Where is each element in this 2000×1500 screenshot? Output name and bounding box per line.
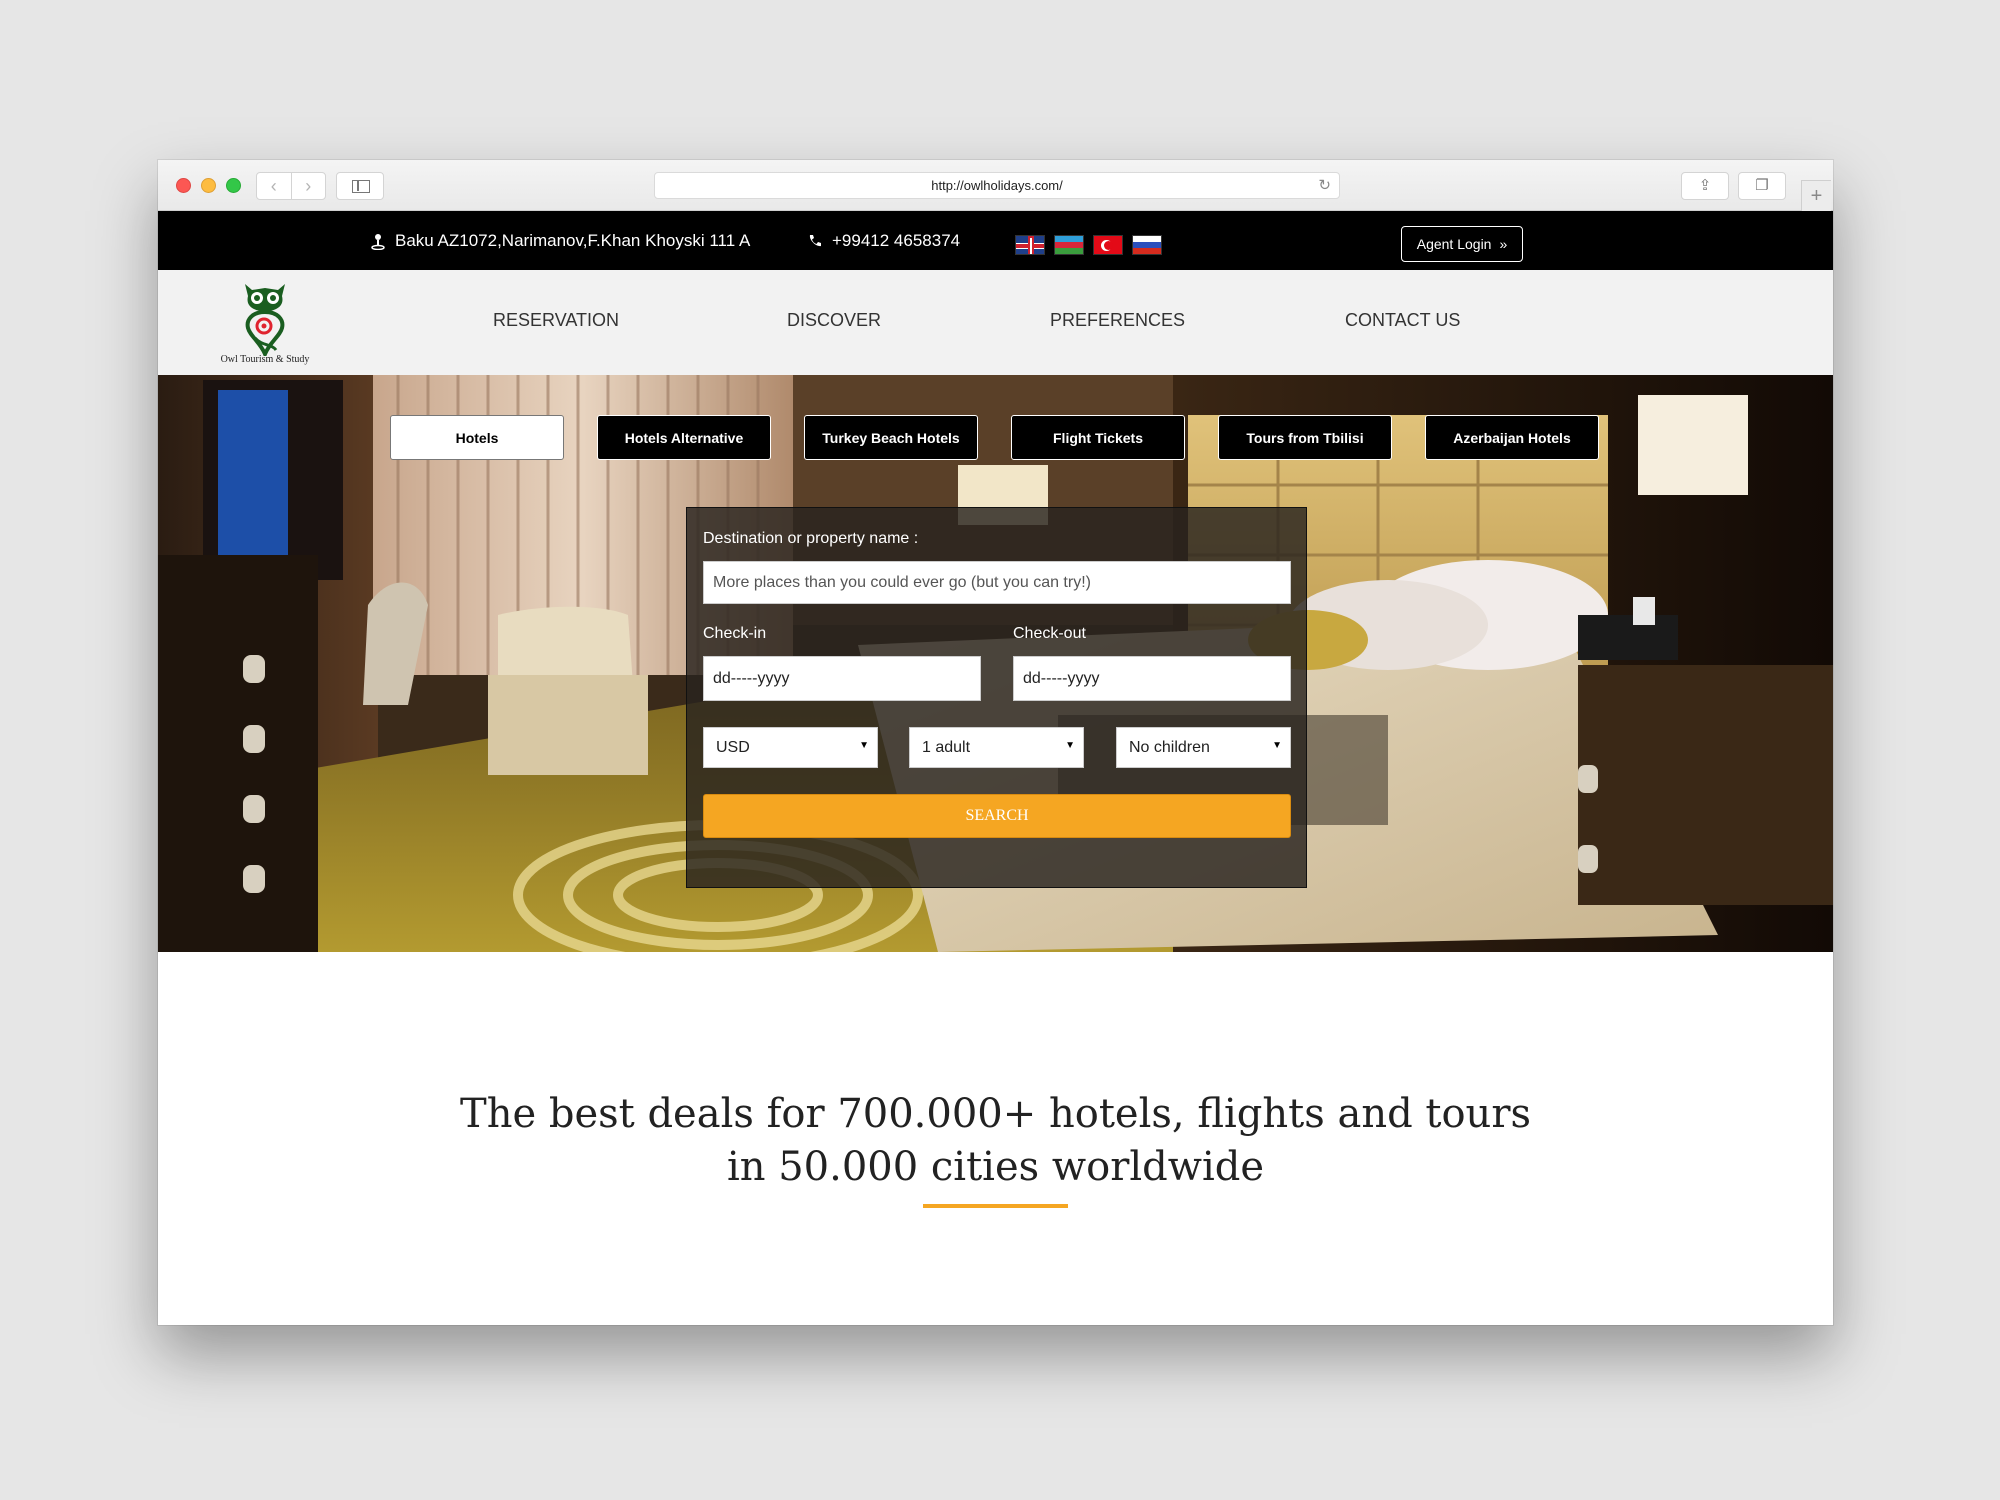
destination-input[interactable]: More places than you could ever go (but … [703,561,1291,604]
currency-value: USD [716,738,750,756]
tab-tours-from-tbilisi[interactable]: Tours from Tbilisi [1218,415,1392,460]
double-chevron-right-icon: » [1499,236,1508,252]
hero-banner: Hotels Hotels Alternative Turkey Beach H… [158,375,1833,952]
close-window-button[interactable] [176,178,191,193]
dropdown-arrow-icon: ▼ [859,740,869,751]
nav-preferences[interactable]: PREFERENCES [1050,310,1185,331]
agent-login-button[interactable]: Agent Login » [1401,226,1523,262]
show-tabs-button[interactable]: ❐ [1738,172,1786,200]
back-arrow-icon[interactable]: ‹ [257,173,292,199]
checkout-label: Check-out [1013,625,1086,642]
tab-flight-tickets[interactable]: Flight Tickets [1011,415,1185,460]
minimize-window-button[interactable] [201,178,216,193]
forward-arrow-icon[interactable]: › [292,173,326,199]
owl-logo-icon [245,284,285,360]
address-info: Baku AZ1072,Narimanov,F.Khan Khoyski 111… [371,231,750,251]
nav-contact-us[interactable]: CONTACT US [1345,310,1460,331]
browser-window: ‹ › http://owlholidays.com/ ↻ ⇪ ❐ + Baku… [158,160,1833,1325]
history-nav: ‹ › [256,172,326,200]
phone-icon [809,235,821,247]
hotel-search-form: Destination or property name : More plac… [686,507,1307,888]
checkout-date-input[interactable]: dd-----yyyy [1013,656,1291,701]
browser-toolbar: ‹ › http://owlholidays.com/ ↻ ⇪ ❐ + [158,160,1833,211]
language-selector [1015,235,1162,255]
destination-label: Destination or property name : [703,530,919,547]
phone-text[interactable]: +99412 4658374 [832,231,960,251]
site-logo[interactable]: Owl Tourism & Study [210,276,320,366]
checkout-value: dd-----yyyy [1023,669,1100,687]
azerbaijan-flag-icon[interactable] [1054,235,1084,255]
checkin-value: dd-----yyyy [713,669,790,687]
contact-bar: Baku AZ1072,Narimanov,F.Khan Khoyski 111… [158,211,1833,270]
tab-hotels[interactable]: Hotels [390,415,564,460]
uk-flag-icon[interactable] [1015,235,1045,255]
adults-value: 1 adult [922,738,971,756]
tab-turkey-beach-hotels[interactable]: Turkey Beach Hotels [804,415,978,460]
tagline-underline [923,1204,1068,1208]
adults-select[interactable]: 1 adult ▼ [909,727,1084,768]
main-navigation: Owl Tourism & Study RESERVATION DISCOVER… [158,270,1833,375]
new-tab-button[interactable]: + [1801,180,1831,211]
plus-icon: + [1810,185,1823,207]
reload-icon[interactable]: ↻ [1318,173,1331,198]
tagline-heading: The best deals for 700.000+ hotels, flig… [460,1091,1531,1190]
share-button[interactable]: ⇪ [1681,172,1729,200]
zoom-window-button[interactable] [226,178,241,193]
tab-azerbaijan-hotels[interactable]: Azerbaijan Hotels [1425,415,1599,460]
sidebar-toggle-button[interactable] [336,172,384,200]
sidebar-icon [352,180,370,193]
dropdown-arrow-icon: ▼ [1272,740,1282,751]
checkin-label: Check-in [703,625,767,642]
url-text: http://owlholidays.com/ [931,178,1063,193]
nav-discover[interactable]: DISCOVER [787,310,881,331]
share-icon: ⇪ [1698,177,1712,194]
checkin-date-input[interactable]: dd-----yyyy [703,656,981,701]
agent-login-label: Agent Login [1416,236,1492,252]
search-button[interactable]: SEARCH [703,794,1291,838]
tab-hotels-alternative[interactable]: Hotels Alternative [597,415,771,460]
children-select[interactable]: No children ▼ [1116,727,1291,768]
destination-placeholder: More places than you could ever go (but … [713,573,1091,591]
children-value: No children [1129,738,1210,756]
nav-reservation[interactable]: RESERVATION [493,310,619,331]
location-pin-icon [371,234,385,250]
address-bar[interactable]: http://owlholidays.com/ ↻ [654,172,1340,199]
dropdown-arrow-icon: ▼ [1065,740,1075,751]
turkey-flag-icon[interactable] [1093,235,1123,255]
currency-select[interactable]: USD ▼ [703,727,878,768]
tabs-icon: ❐ [1755,177,1769,194]
address-text: Baku AZ1072,Narimanov,F.Khan Khoyski 111… [395,231,751,250]
phone-info: +99412 4658374 [808,231,960,251]
logo-text: Owl Tourism & Study [220,354,310,365]
russia-flag-icon[interactable] [1132,235,1162,255]
